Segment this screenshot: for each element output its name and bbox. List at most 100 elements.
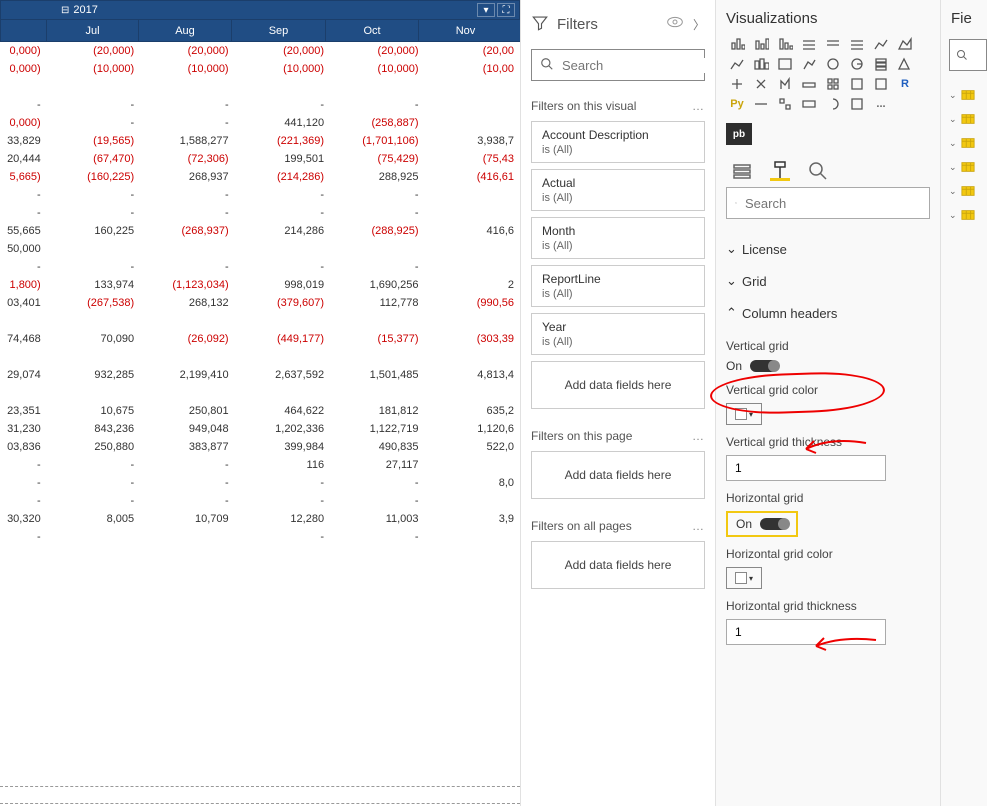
cell[interactable] [47,240,140,258]
cell[interactable]: 416,6 [425,222,520,240]
cell[interactable]: 181,812 [330,402,424,420]
analytics-tab-icon[interactable] [808,161,828,181]
cell[interactable] [140,348,234,366]
cell[interactable]: (20,000) [235,42,330,60]
month-header[interactable]: Sep [231,20,325,41]
cell[interactable]: 20,444 [0,150,47,168]
cell[interactable] [47,348,140,366]
cell[interactable] [425,312,520,330]
cell[interactable]: (258,887) [330,114,424,132]
cell[interactable]: - [47,96,140,114]
cell[interactable]: 03,401 [0,294,47,312]
cell[interactable]: 8,005 [47,510,140,528]
cell[interactable] [330,348,424,366]
cell[interactable] [425,348,520,366]
viz-type-icon[interactable] [798,75,820,93]
cell[interactable]: 1,690,256 [330,276,424,294]
cell[interactable]: (1,701,106) [330,132,424,150]
cell[interactable] [47,384,140,402]
cell[interactable]: - [235,528,330,546]
cell[interactable]: - [140,258,234,276]
cell[interactable] [0,78,47,96]
cell[interactable]: (449,177) [235,330,330,348]
cell[interactable]: 116 [235,456,330,474]
cell[interactable]: - [140,96,234,114]
cell[interactable]: - [140,114,234,132]
viz-type-icon[interactable] [894,35,916,53]
cell[interactable]: (303,39 [425,330,520,348]
show-filter-icon[interactable] [667,16,683,33]
field-table-item[interactable]: ⌄ [941,131,987,155]
viz-type-icon[interactable] [726,55,748,73]
cell[interactable] [330,78,424,96]
cell[interactable]: 214,286 [235,222,330,240]
cell[interactable]: 199,501 [235,150,330,168]
cell[interactable]: 1,588,277 [140,132,234,150]
visualization-gallery[interactable]: RPy... [726,35,930,117]
cell[interactable]: 1,501,485 [330,366,424,384]
cell[interactable]: 635,2 [425,402,520,420]
cell[interactable]: (990,56 [425,294,520,312]
horizontal-grid-color-picker[interactable]: ▾ [726,567,762,589]
cell[interactable]: 160,225 [47,222,140,240]
viz-type-icon[interactable] [726,75,748,93]
cell[interactable]: (268,937) [140,222,234,240]
cell[interactable]: - [0,456,47,474]
cell[interactable]: 33,829 [0,132,47,150]
viz-type-icon[interactable] [846,55,868,73]
field-table-item[interactable]: ⌄ [941,155,987,179]
viz-type-icon[interactable] [822,55,844,73]
cell[interactable]: - [47,114,140,132]
cell[interactable] [235,384,330,402]
cell[interactable]: 998,019 [235,276,330,294]
fields-search[interactable] [949,39,987,71]
viz-type-icon[interactable] [822,95,844,113]
field-table-item[interactable]: ⌄ [941,203,987,227]
cell[interactable] [330,312,424,330]
cell[interactable]: 949,048 [140,420,234,438]
cell[interactable]: - [330,186,424,204]
cell[interactable]: 3,938,7 [425,132,520,150]
cell[interactable]: 0,000) [0,114,47,132]
section-column-headers[interactable]: ⌃Column headers [726,297,930,329]
cell[interactable]: (221,369) [235,132,330,150]
cell[interactable]: 0,000) [0,42,47,60]
cell[interactable] [425,258,520,276]
viz-type-icon[interactable] [774,35,796,53]
filter-card[interactable]: Yearis (All) [531,313,705,355]
viz-type-icon[interactable] [870,55,892,73]
cell[interactable]: - [235,258,330,276]
horizontal-grid-toggle[interactable]: On [736,517,788,531]
cell[interactable]: (379,607) [235,294,330,312]
cell[interactable]: - [0,492,47,510]
cell[interactable]: 30,320 [0,510,47,528]
cell[interactable]: (416,61 [425,168,520,186]
cell[interactable]: 70,090 [47,330,140,348]
field-table-item[interactable]: ⌄ [941,83,987,107]
custom-visual-icon[interactable]: pb [726,123,752,145]
vertical-grid-toggle[interactable]: On [726,359,930,373]
cell[interactable]: (75,429) [330,150,424,168]
format-search[interactable] [726,187,930,219]
viz-type-icon[interactable] [822,75,844,93]
cell[interactable] [425,78,520,96]
cell[interactable]: - [235,204,330,222]
month-header[interactable]: Oct [325,20,418,41]
cell[interactable]: 1,800) [0,276,47,294]
cell[interactable]: 441,120 [235,114,330,132]
month-header[interactable]: Aug [138,20,231,41]
cell[interactable] [47,528,140,546]
filters-on-visual-menu[interactable]: … [692,99,705,113]
cell[interactable]: - [140,474,234,492]
cell[interactable]: - [330,96,424,114]
cell[interactable]: 288,925 [330,168,424,186]
cell[interactable] [140,78,234,96]
cell[interactable]: 10,675 [47,402,140,420]
cell[interactable] [425,456,520,474]
cell[interactable]: - [47,456,140,474]
cell[interactable] [425,528,520,546]
cell[interactable]: 3,9 [425,510,520,528]
cell[interactable]: - [140,186,234,204]
cell[interactable]: - [330,528,424,546]
cell[interactable]: 490,835 [330,438,424,456]
